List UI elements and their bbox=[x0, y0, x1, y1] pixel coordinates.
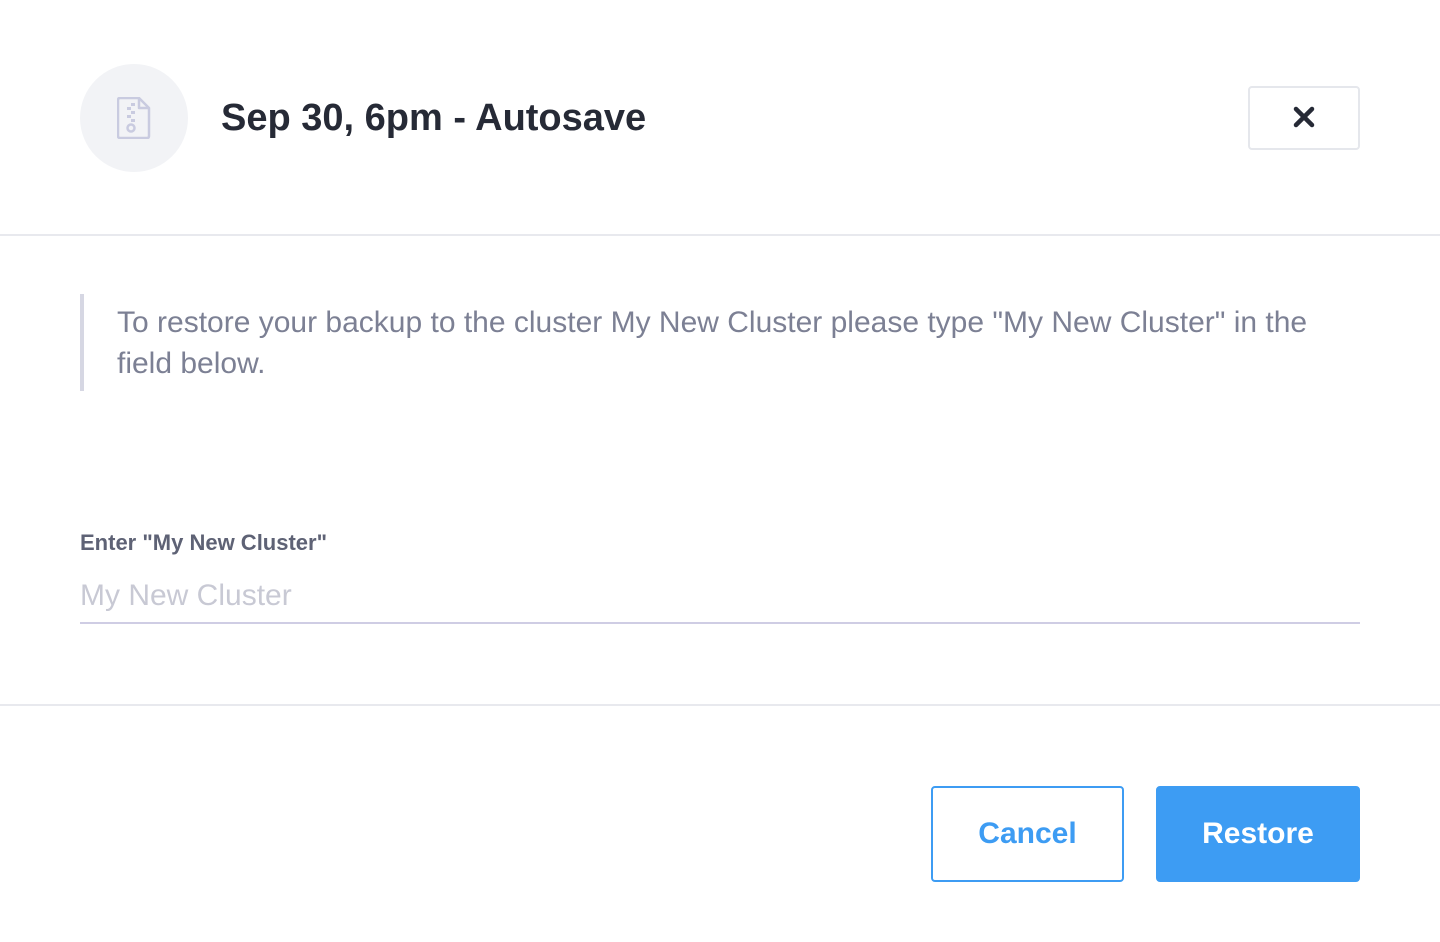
restore-backup-dialog: Sep 30, 6pm - Autosave To restore your b… bbox=[0, 0, 1440, 942]
cluster-name-input[interactable] bbox=[80, 570, 1360, 624]
restore-button[interactable]: Restore bbox=[1156, 786, 1360, 882]
cancel-button[interactable]: Cancel bbox=[931, 786, 1124, 882]
close-button[interactable] bbox=[1248, 86, 1360, 150]
confirm-field-label: Enter "My New Cluster" bbox=[80, 530, 328, 555]
close-icon bbox=[1293, 106, 1315, 131]
footer-divider bbox=[0, 704, 1440, 706]
dialog-title: Sep 30, 6pm - Autosave bbox=[221, 97, 647, 139]
file-avatar bbox=[80, 64, 188, 172]
dialog-header: Sep 30, 6pm - Autosave bbox=[0, 0, 1440, 236]
restore-instructions: To restore your backup to the cluster My… bbox=[80, 294, 1360, 391]
zip-file-icon bbox=[117, 97, 151, 139]
